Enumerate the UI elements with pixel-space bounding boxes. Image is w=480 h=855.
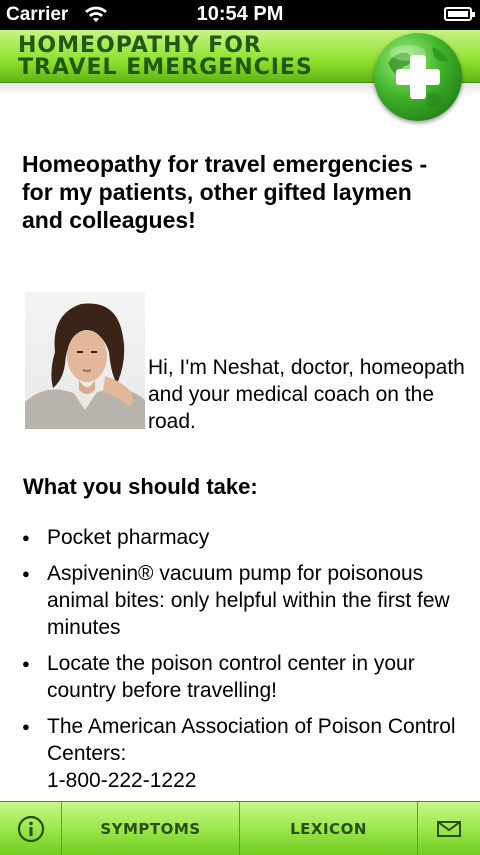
take-list: Pocket pharmacy Aspivenin® vacuum pump f… (22, 524, 462, 803)
info-icon (17, 815, 44, 842)
app-title-line-2: TRAVEL EMERGENCIES (18, 55, 313, 80)
app-title: HOMEOPATHY FOR TRAVEL EMERGENCIES (18, 35, 313, 79)
list-item: Locate the poison control center in your… (22, 650, 462, 704)
tab-info[interactable] (0, 802, 62, 855)
list-item: The American Association of Poison Contr… (22, 713, 462, 794)
tab-lexicon-label: LEXICON (290, 819, 367, 838)
battery-icon (444, 7, 475, 21)
tab-mail[interactable] (418, 802, 480, 855)
intro-block: Hi, I'm Neshat, doctor, homeopath and yo… (25, 292, 465, 433)
intro-text: Hi, I'm Neshat, doctor, homeopath and yo… (148, 356, 465, 433)
list-item: Aspivenin® vacuum pump for poisonous ani… (22, 560, 462, 641)
page-headline: Homeopathy for travel emergencies - for … (22, 151, 428, 233)
doctor-photo (25, 292, 145, 429)
tab-symptoms[interactable]: SYMPTOMS (62, 802, 240, 855)
tab-lexicon[interactable]: LEXICON (240, 802, 418, 855)
app-title-line-1: HOMEOPATHY FOR (18, 33, 262, 58)
clock: 10:54 PM (196, 3, 284, 25)
list-item-text: Locate the poison control center in your… (47, 652, 415, 702)
list-item-text: The American Association of Poison Contr… (47, 715, 456, 765)
status-bar: Carrier 10:54 PM (0, 0, 480, 30)
list-item-text: Pocket pharmacy (47, 526, 210, 549)
tab-bar: SYMPTOMS LEXICON (0, 801, 480, 855)
mail-icon (437, 820, 461, 837)
tab-symptoms-label: SYMPTOMS (100, 819, 201, 838)
globe-plus-logo-icon (374, 33, 462, 121)
list-item: Pocket pharmacy (22, 524, 462, 551)
phone-number[interactable]: 1-800-222-1222 (47, 769, 196, 792)
list-item-text: Aspivenin® vacuum pump for poisonous ani… (47, 562, 450, 639)
section-title: What you should take: (23, 474, 258, 499)
headline-block: Homeopathy for travel emergencies - for … (22, 150, 458, 234)
